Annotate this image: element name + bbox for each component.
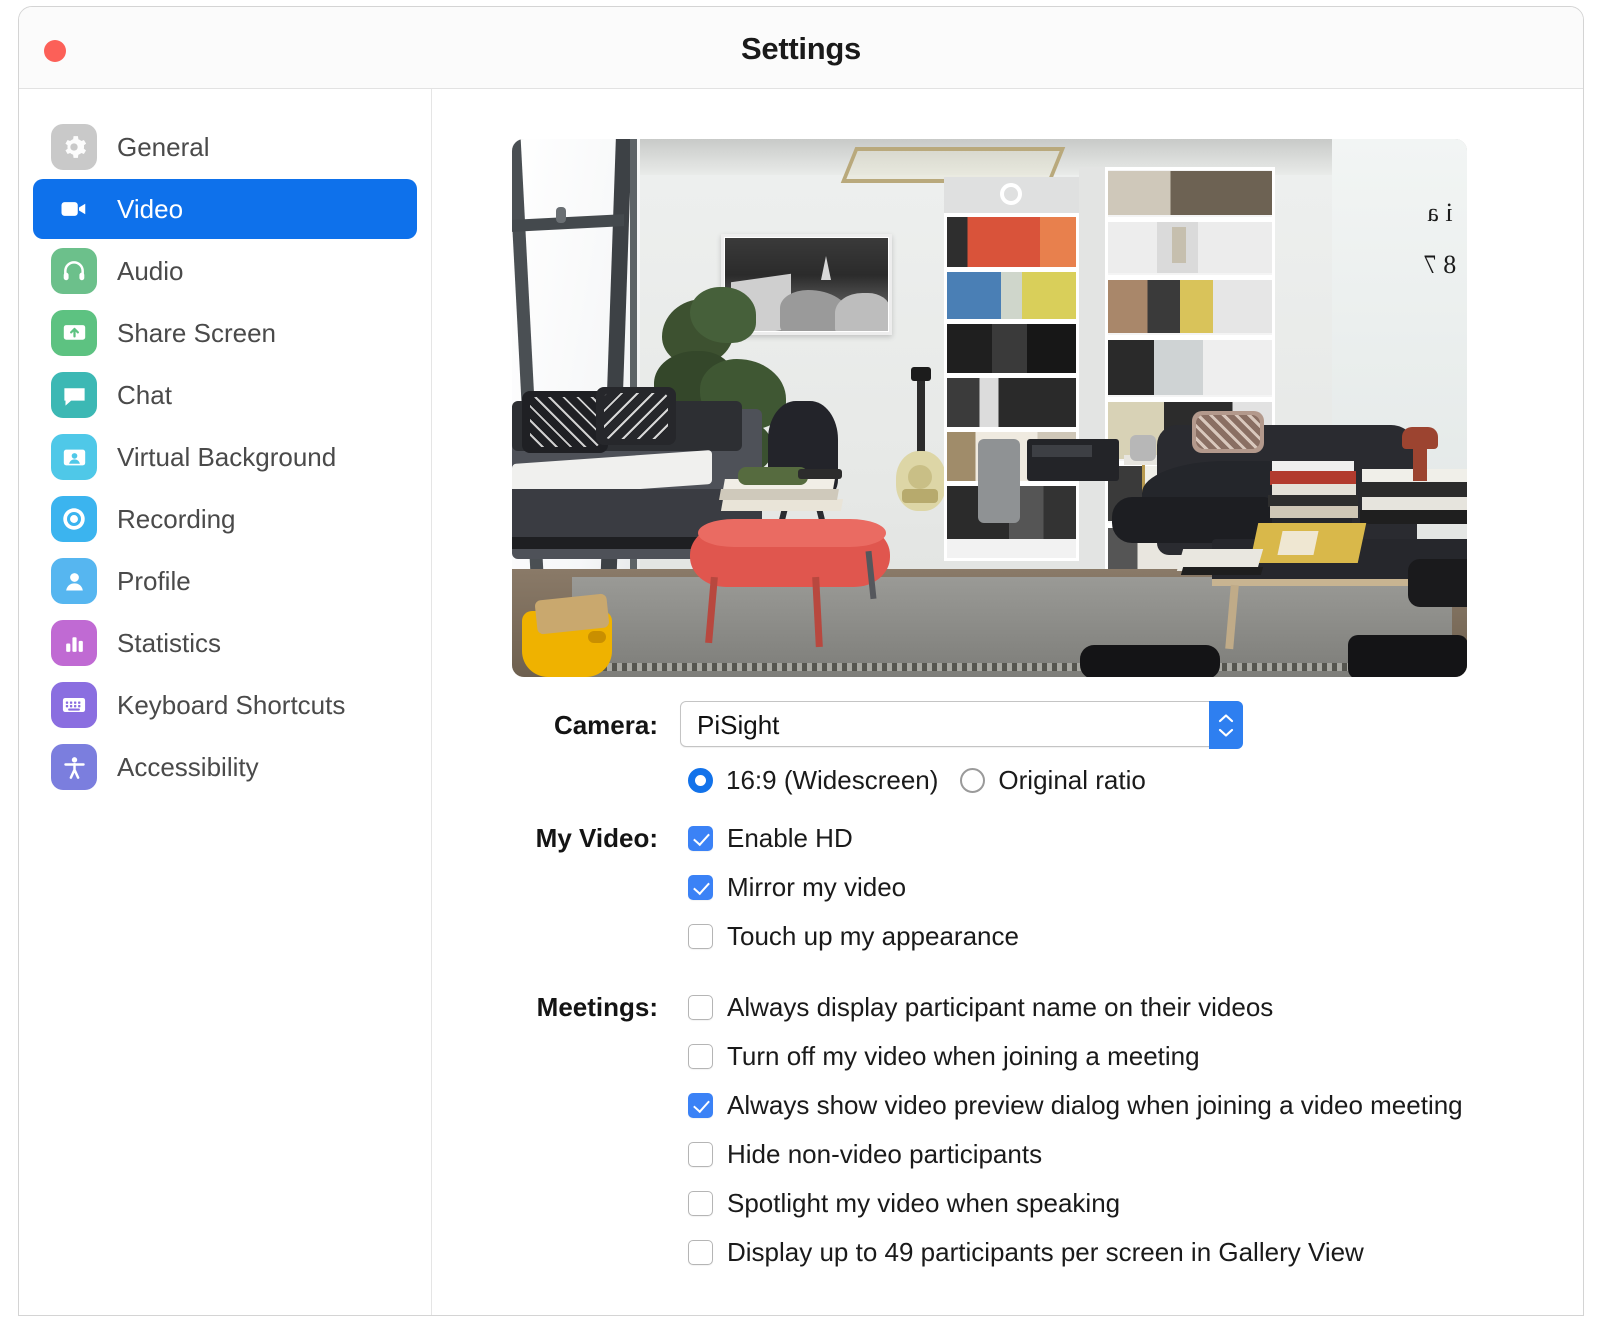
checkbox-video-preview-dialog-row[interactable]: Always show video preview dialog when jo… (680, 1081, 1583, 1130)
checkbox-mirror-video[interactable] (688, 875, 713, 900)
camera-select[interactable]: PiSight (680, 701, 1243, 749)
sidebar-item-label: Share Screen (117, 317, 276, 348)
sidebar-item-general[interactable]: General (33, 117, 417, 177)
sidebar-item-label: Video (117, 193, 184, 224)
settings-sidebar: General Video Audio Share Screen Chat Virtual… (19, 89, 432, 1315)
checkbox-gallery-view-row[interactable]: Display up to 49 participants per screen… (680, 1228, 1583, 1277)
chevron-updown-icon[interactable] (1209, 701, 1243, 749)
checkbox-touch-up-label: Touch up my appearance (727, 921, 1019, 951)
sidebar-item-recording[interactable]: Recording (33, 489, 417, 549)
camera-preview: i a 8 7 (512, 139, 1467, 677)
video-camera-icon (51, 186, 97, 232)
sidebar-item-label: Audio (117, 255, 184, 286)
sidebar-item-accessibility[interactable]: Accessibility (33, 737, 417, 797)
checkbox-enable-hd-label: Enable HD (727, 823, 853, 853)
checkbox-hide-non-video-label: Hide non-video participants (727, 1139, 1043, 1169)
sidebar-item-label: Profile (117, 565, 191, 596)
checkbox-touch-up-row[interactable]: Touch up my appearance (680, 912, 1583, 961)
sidebar-item-label: Accessibility (117, 751, 259, 782)
video-settings-panel: i a 8 7 Camera: PiSight 16:9 (Widescreen… (432, 89, 1583, 1315)
accessibility-icon (51, 744, 97, 790)
sidebar-item-chat[interactable]: Chat (33, 365, 417, 425)
meetings-label: Meetings: (536, 992, 658, 1022)
sidebar-item-audio[interactable]: Audio (33, 241, 417, 301)
meetings-row: Meetings: Always display participant nam… (432, 983, 1583, 1277)
gear-icon (51, 124, 97, 170)
person-icon (51, 558, 97, 604)
sidebar-item-label: Chat (117, 379, 172, 410)
checkbox-turn-off-video-label: Turn off my video when joining a meeting (727, 1041, 1200, 1071)
radio-widescreen[interactable] (688, 768, 713, 793)
checkbox-enable-hd[interactable] (688, 826, 713, 851)
my-video-label: My Video: (535, 823, 658, 853)
checkbox-hide-non-video-row[interactable]: Hide non-video participants (680, 1130, 1583, 1179)
virtual-background-icon (51, 434, 97, 480)
checkbox-turn-off-video-row[interactable]: Turn off my video when joining a meeting (680, 1032, 1583, 1081)
checkbox-video-preview-dialog[interactable] (688, 1093, 713, 1118)
record-circle-icon (51, 496, 97, 542)
radio-original-ratio-label: Original ratio (998, 765, 1146, 795)
checkbox-gallery-view-label: Display up to 49 participants per screen… (727, 1237, 1364, 1267)
checkbox-spotlight-video-row[interactable]: Spotlight my video when speaking (680, 1179, 1583, 1228)
checkbox-mirror-video-label: Mirror my video (727, 872, 907, 902)
whiteboard-text: i a 8 7 (1423, 198, 1457, 279)
checkbox-display-49-participants[interactable] (688, 1240, 713, 1265)
settings-form: Camera: PiSight 16:9 (Widescreen) Origin… (432, 701, 1583, 1277)
sidebar-item-share-screen[interactable]: Share Screen (33, 303, 417, 363)
camera-label: Camera: (553, 710, 658, 740)
my-video-row: My Video: Enable HD Mirror my video Touc… (432, 814, 1583, 961)
chat-bubble-icon (51, 372, 97, 418)
checkbox-display-participant-name-label: Always display participant name on their… (727, 992, 1274, 1022)
checkbox-enable-hd-row[interactable]: Enable HD (680, 814, 1583, 863)
camera-row: Camera: PiSight 16:9 (Widescreen) Origin… (432, 701, 1583, 796)
bar-chart-icon (51, 620, 97, 666)
sidebar-item-statistics[interactable]: Statistics (33, 613, 417, 673)
checkbox-hide-non-video-participants[interactable] (688, 1142, 713, 1167)
page-title: Settings (741, 31, 861, 66)
sidebar-item-label: General (117, 131, 210, 162)
sidebar-item-label: Keyboard Shortcuts (117, 689, 346, 720)
sidebar-item-keyboard-shortcuts[interactable]: Keyboard Shortcuts (33, 675, 417, 735)
sidebar-item-profile[interactable]: Profile (33, 551, 417, 611)
radio-widescreen-label: 16:9 (Widescreen) (726, 765, 939, 795)
checkbox-mirror-video-row[interactable]: Mirror my video (680, 863, 1583, 912)
sidebar-item-label: Statistics (117, 627, 222, 658)
checkbox-turn-off-video[interactable] (688, 1044, 713, 1069)
share-screen-icon (51, 310, 97, 356)
sidebar-item-video[interactable]: Video (33, 179, 417, 239)
headphones-icon (51, 248, 97, 294)
keyboard-icon (51, 682, 97, 728)
checkbox-touch-up-appearance[interactable] (688, 924, 713, 949)
sidebar-item-label: Recording (117, 503, 236, 534)
checkbox-display-participant-name-row[interactable]: Always display participant name on their… (680, 983, 1583, 1032)
sidebar-item-label: Virtual Background (117, 441, 337, 472)
window-body: General Video Audio Share Screen Chat Virtual… (19, 89, 1583, 1315)
title-bar: Settings (19, 7, 1583, 89)
radio-original-ratio[interactable] (960, 768, 986, 793)
sidebar-item-virtual-background[interactable]: Virtual Background (33, 427, 417, 487)
checkbox-spotlight-video-label: Spotlight my video when speaking (727, 1188, 1121, 1218)
camera-selected-value: PiSight (697, 710, 780, 740)
checkbox-display-participant-name[interactable] (688, 995, 713, 1020)
checkbox-spotlight-my-video[interactable] (688, 1191, 713, 1216)
settings-window: Settings General Video Audio Share Screen Ch… (18, 6, 1584, 1316)
aspect-ratio-group: 16:9 (Widescreen) Original ratio (680, 765, 1583, 796)
checkbox-video-preview-dialog-label: Always show video preview dialog when jo… (727, 1090, 1463, 1120)
